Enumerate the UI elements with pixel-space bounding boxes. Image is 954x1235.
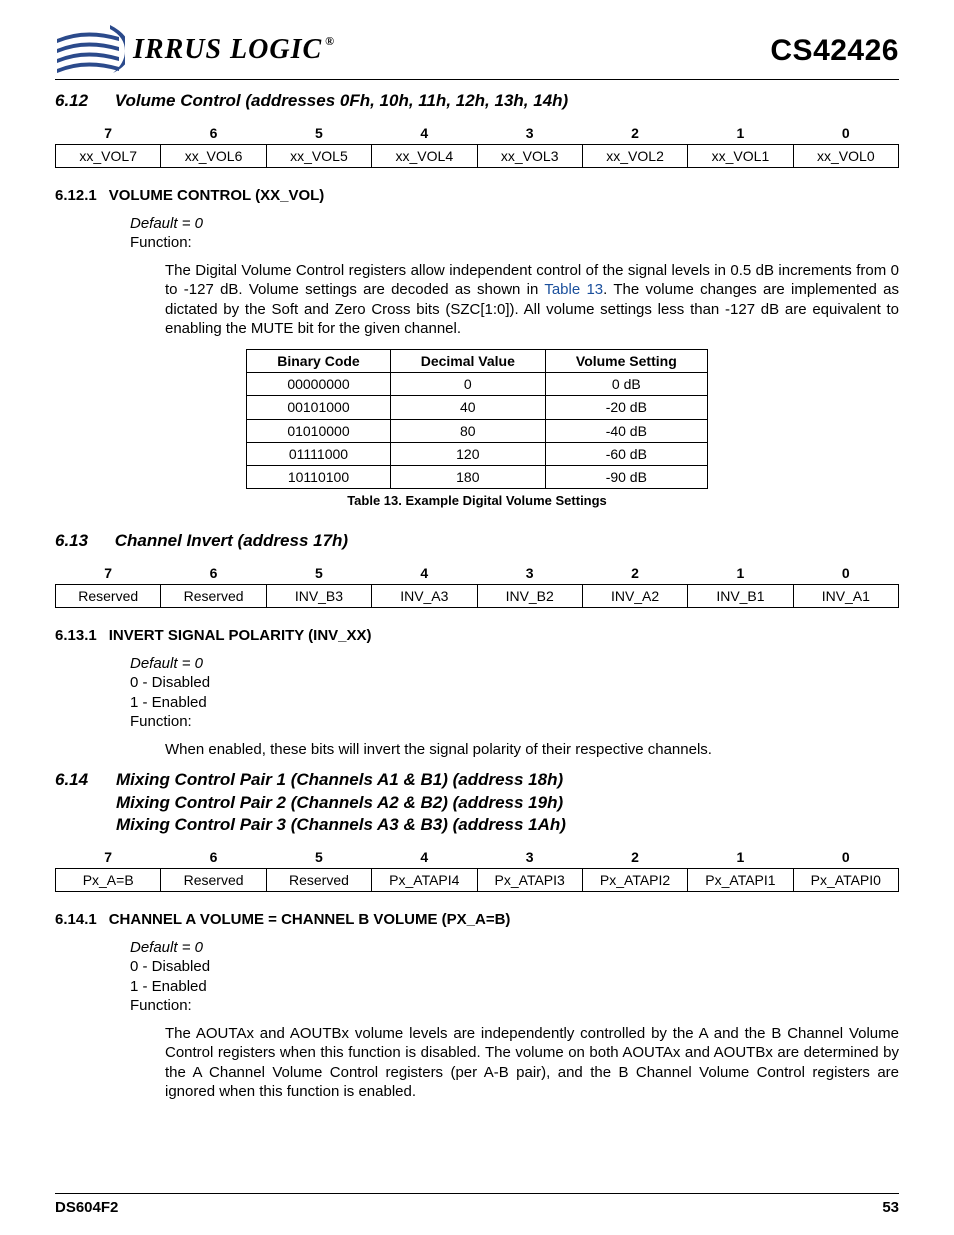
default-value: Default = 0 — [130, 655, 203, 672]
page-number: 53 — [882, 1198, 899, 1218]
bit-cell: xx_VOL2 — [582, 145, 687, 168]
section-6-13-title: 6.13 Channel Invert (address 17h) — [55, 530, 899, 552]
table-row: 0000000000 dB — [247, 373, 708, 396]
bit-cell: xx_VOL6 — [161, 145, 266, 168]
subsection-6-14-1-heading: 6.14.1 CHANNEL A VOLUME = CHANNEL B VOLU… — [55, 910, 899, 930]
part-number: CS42426 — [770, 31, 899, 70]
subsection-title: CHANNEL A VOLUME = CHANNEL B VOLUME (PX_… — [109, 910, 511, 930]
section-number: 6.14 — [55, 769, 116, 791]
table-row: Px_A=BReservedReservedPx_ATAPI4Px_ATAPI3… — [56, 868, 899, 891]
bit-cell: xx_VOL5 — [266, 145, 371, 168]
volume-settings-table: Binary Code Decimal Value Volume Setting… — [246, 349, 708, 489]
section-6-12-title: 6.12 Volume Control (addresses 0Fh, 10h,… — [55, 90, 899, 112]
bit-col: 2 — [582, 122, 687, 145]
default-block-612: Default = 0 Function: — [130, 214, 899, 253]
section-text-1: Mixing Control Pair 1 (Channels A1 & B1)… — [116, 769, 563, 791]
subsection-6-12-1-heading: 6.12.1 VOLUME CONTROL (XX_VOL) — [55, 186, 899, 206]
function-text-612: The Digital Volume Control registers all… — [165, 261, 899, 339]
table-header-row: 76543210 — [56, 562, 899, 585]
section-text-2: Mixing Control Pair 2 (Channels A2 & B2)… — [116, 792, 899, 814]
default-block-614: Default = 0 0 - Disabled 1 - Enabled Fun… — [130, 938, 899, 1016]
subsection-number: 6.12.1 — [55, 186, 97, 206]
subsection-number: 6.14.1 — [55, 910, 97, 930]
col-binary: Binary Code — [247, 349, 390, 372]
table-row: 0101000080-40 dB — [247, 419, 708, 442]
function-label: Function: — [130, 996, 899, 1016]
table-header-row: 76543210 — [56, 846, 899, 869]
bit-table-612: 7 6 5 4 3 2 1 0 xx_VOL7 xx_VOL6 xx_VOL5 … — [55, 122, 899, 168]
bit-cell: xx_VOL0 — [793, 145, 898, 168]
table-row: 0010100040-20 dB — [247, 396, 708, 419]
page: IRRUS LOGIC ® CS42426 6.12 Volume Contro… — [0, 0, 954, 1235]
table-header-row: Binary Code Decimal Value Volume Setting — [247, 349, 708, 372]
bit-cell: xx_VOL4 — [372, 145, 477, 168]
company-name-text: IRRUS LOGIC — [133, 32, 322, 68]
table-header-row: 7 6 5 4 3 2 1 0 — [56, 122, 899, 145]
col-setting: Volume Setting — [545, 349, 707, 372]
table-row: ReservedReservedINV_B3INV_A3INV_B2INV_A2… — [56, 585, 899, 608]
function-label: Function: — [130, 712, 899, 732]
table-row: 10110100180-90 dB — [247, 465, 708, 488]
function-label: Function: — [130, 233, 899, 253]
document-id: DS604F2 — [55, 1198, 118, 1218]
bit-table-614: 76543210 Px_A=BReservedReservedPx_ATAPI4… — [55, 846, 899, 892]
subsection-number: 6.13.1 — [55, 626, 97, 646]
option-0: 0 - Disabled — [130, 673, 899, 693]
bit-cell: xx_VOL3 — [477, 145, 582, 168]
subsection-6-13-1-heading: 6.13.1 INVERT SIGNAL POLARITY (INV_XX) — [55, 626, 899, 646]
section-text: Volume Control (addresses 0Fh, 10h, 11h,… — [115, 91, 568, 110]
subsection-title: VOLUME CONTROL (XX_VOL) — [109, 186, 325, 206]
bit-col: 7 — [56, 122, 161, 145]
function-text-614: The AOUTAx and AOUTBx volume levels are … — [165, 1024, 899, 1102]
company-logo: IRRUS LOGIC ® — [55, 25, 335, 75]
section-number: 6.13 — [55, 530, 110, 552]
bit-col: 5 — [266, 122, 371, 145]
table-13-link[interactable]: Table 13 — [544, 281, 603, 298]
function-text-613: When enabled, these bits will invert the… — [165, 740, 899, 760]
table-13-caption: Table 13. Example Digital Volume Setting… — [55, 493, 899, 510]
option-1: 1 - Enabled — [130, 977, 899, 997]
option-1: 1 - Enabled — [130, 693, 899, 713]
table-row: xx_VOL7 xx_VOL6 xx_VOL5 xx_VOL4 xx_VOL3 … — [56, 145, 899, 168]
bit-col: 1 — [688, 122, 793, 145]
section-text: Channel Invert (address 17h) — [115, 531, 348, 550]
company-name: IRRUS LOGIC ® — [133, 32, 335, 68]
section-text-3: Mixing Control Pair 3 (Channels A3 & B3)… — [116, 814, 899, 836]
registered-mark: ® — [325, 34, 335, 50]
section-number: 6.12 — [55, 90, 110, 112]
bit-cell: xx_VOL1 — [688, 145, 793, 168]
page-footer: DS604F2 53 — [55, 1193, 899, 1218]
bit-table-613: 76543210 ReservedReservedINV_B3INV_A3INV… — [55, 562, 899, 608]
section-6-14-title: 6.14 Mixing Control Pair 1 (Channels A1 … — [55, 769, 899, 835]
bit-col: 3 — [477, 122, 582, 145]
bit-col: 4 — [372, 122, 477, 145]
default-value: Default = 0 — [130, 939, 203, 956]
bit-col: 6 — [161, 122, 266, 145]
table-row: 01111000120-60 dB — [247, 442, 708, 465]
logo-mark-icon — [55, 25, 125, 75]
default-value: Default = 0 — [130, 215, 203, 232]
option-0: 0 - Disabled — [130, 957, 899, 977]
col-decimal: Decimal Value — [390, 349, 545, 372]
bit-col: 0 — [793, 122, 898, 145]
bit-cell: xx_VOL7 — [56, 145, 161, 168]
default-block-613: Default = 0 0 - Disabled 1 - Enabled Fun… — [130, 654, 899, 732]
page-header: IRRUS LOGIC ® CS42426 — [55, 25, 899, 80]
subsection-title: INVERT SIGNAL POLARITY (INV_XX) — [109, 626, 372, 646]
